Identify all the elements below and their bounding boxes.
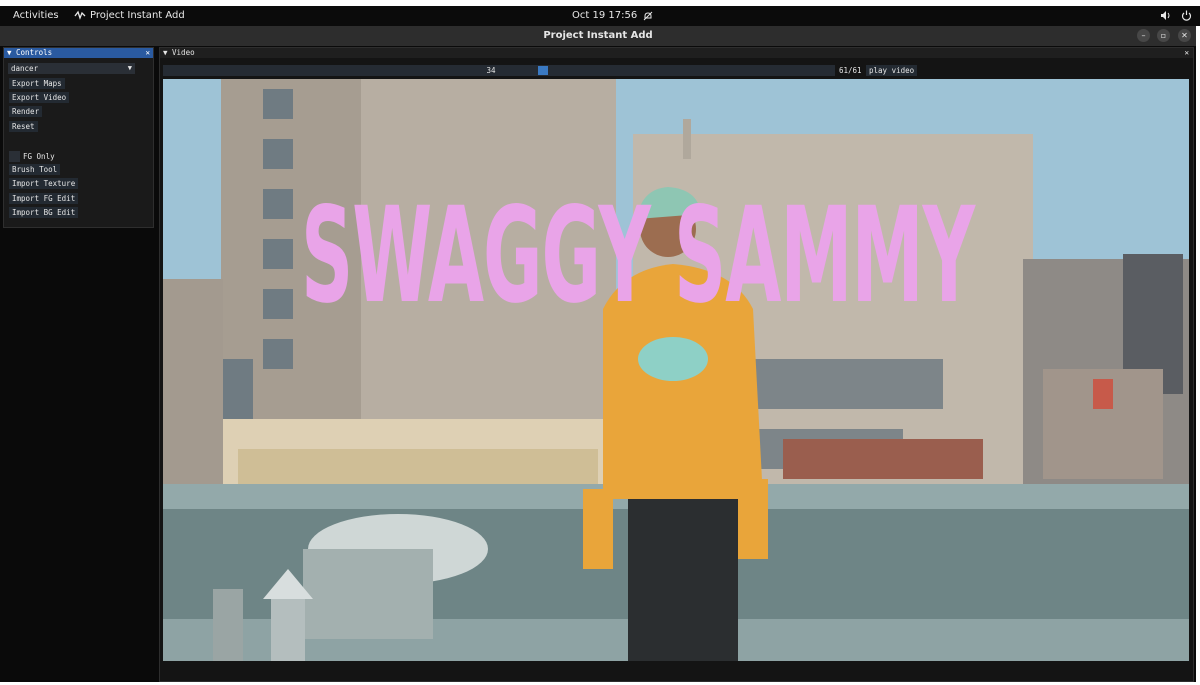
controls-panel-header[interactable]: ▼ Controls ✕ xyxy=(4,48,153,58)
frame-slider-grab[interactable] xyxy=(538,66,548,75)
volume-icon xyxy=(1161,11,1170,20)
activities-button[interactable]: Activities xyxy=(13,10,59,21)
power-icon xyxy=(1181,10,1192,21)
reset-button[interactable]: Reset xyxy=(9,121,38,132)
controls-panel: ▼ Controls ✕ dancer ▼ Export Maps Export… xyxy=(3,47,154,228)
video-close-icon[interactable]: ✕ xyxy=(1184,48,1189,58)
video-frame-image xyxy=(163,79,1189,661)
clock[interactable]: Oct 19 17:56 xyxy=(572,10,653,21)
import-texture-button[interactable]: Import Texture xyxy=(9,178,79,189)
frame-count: 61/61 xyxy=(839,66,862,75)
minimize-button[interactable]: – xyxy=(1137,29,1150,42)
video-panel-header[interactable]: ▼ Video ✕ xyxy=(160,48,1193,58)
close-window-button[interactable]: ✕ xyxy=(1178,29,1191,42)
app-menu-label: Project Instant Add xyxy=(90,10,185,21)
export-maps-button[interactable]: Export Maps xyxy=(9,78,65,89)
video-panel: ▼ Video ✕ 34 61/61 play video SWAGGY SAM… xyxy=(159,47,1194,682)
render-button[interactable]: Render xyxy=(9,106,43,117)
controls-panel-title: ▼ Controls xyxy=(7,48,53,57)
controls-close-icon[interactable]: ✕ xyxy=(145,48,150,58)
fg-only-checkbox[interactable] xyxy=(9,151,20,162)
model-combo-value: dancer xyxy=(11,64,39,73)
gnome-top-bar: Activities Project Instant Add Oct 19 17… xyxy=(0,6,1200,26)
window-title: Project Instant Add xyxy=(543,30,653,41)
clock-text: Oct 19 17:56 xyxy=(572,10,638,21)
brush-tool-button[interactable]: Brush Tool xyxy=(9,164,61,175)
app-menu[interactable]: Project Instant Add xyxy=(74,10,185,21)
model-combo[interactable]: dancer ▼ xyxy=(8,63,135,74)
system-tray[interactable] xyxy=(1160,10,1192,21)
import-fg-edit-button[interactable]: Import FG Edit xyxy=(9,193,79,204)
app-window: Project Instant Add – ▫ ✕ ▼ Controls ✕ d… xyxy=(0,26,1196,682)
overlay-text: SWAGGY SAMMY xyxy=(301,179,975,333)
fg-only-label: FG Only xyxy=(23,152,55,161)
import-bg-edit-button[interactable]: Import BG Edit xyxy=(9,207,79,218)
window-titlebar[interactable]: Project Instant Add – ▫ ✕ xyxy=(0,26,1196,46)
export-video-button[interactable]: Export Video xyxy=(9,92,70,103)
video-panel-title: ▼ Video xyxy=(163,48,195,57)
app-icon xyxy=(74,10,86,20)
restore-button[interactable]: ▫ xyxy=(1157,29,1170,42)
frame-slider[interactable]: 34 xyxy=(163,65,835,76)
notifications-muted-icon xyxy=(643,11,653,20)
frame-slider-value: 34 xyxy=(486,66,496,75)
play-video-button[interactable]: play video xyxy=(866,65,918,76)
video-frame[interactable]: SWAGGY SAMMY xyxy=(163,79,1189,661)
combo-arrow-icon: ▼ xyxy=(127,64,132,72)
